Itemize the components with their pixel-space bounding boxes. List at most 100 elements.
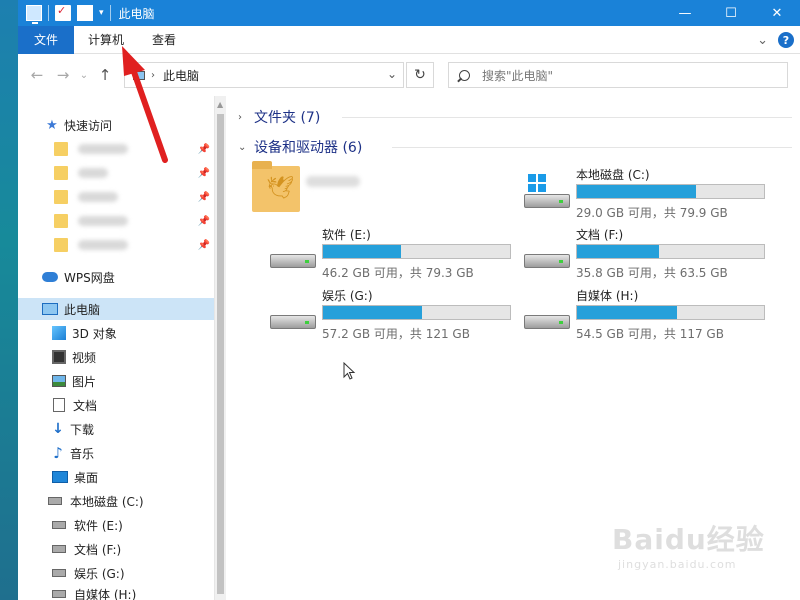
sidebar-item-desktop[interactable]: 桌面 xyxy=(18,466,214,488)
watermark: Baidu经验 jingyan.baidu.com xyxy=(612,518,765,571)
refresh-button[interactable]: ↻ xyxy=(406,62,434,88)
forward-button[interactable]: → xyxy=(50,62,76,88)
sidebar-item-label: 下载 xyxy=(70,422,95,437)
drive-usage-fill xyxy=(577,185,697,198)
sidebar-item-drive-g[interactable]: 娱乐 (G:) xyxy=(18,562,214,584)
sidebar-item-label: 文档 xyxy=(73,398,98,413)
close-button[interactable]: ✕ xyxy=(754,0,800,26)
up-button[interactable]: ↑ xyxy=(92,62,118,88)
tab-view[interactable]: 查看 xyxy=(138,26,190,54)
breadcrumb-separator-icon[interactable]: › xyxy=(151,70,155,81)
address-dropdown-icon[interactable]: ⌄ xyxy=(387,67,397,81)
sidebar-item-videos[interactable]: 视频 xyxy=(18,346,214,368)
sidebar-item-label: WPS网盘 xyxy=(64,270,115,285)
back-button[interactable]: ← xyxy=(24,62,50,88)
ribbon-tabs: 文件 计算机 查看 ⌄ ? xyxy=(18,25,800,54)
redacted-label xyxy=(78,240,128,250)
expand-ribbon-icon[interactable]: ⌄ xyxy=(757,33,768,48)
video-icon xyxy=(52,350,66,364)
scroll-up-icon[interactable]: ▲ xyxy=(217,100,223,109)
sidebar-item-downloads[interactable]: ↓ 下载 xyxy=(18,418,214,440)
sidebar-item-pinned-folder[interactable]: 📌 xyxy=(18,162,214,184)
tab-computer[interactable]: 计算机 xyxy=(74,26,138,54)
star-icon: ★ xyxy=(46,117,58,133)
drive-space-info: 57.2 GB 可用，共 121 GB xyxy=(322,327,470,341)
sidebar-item-wps-cloud[interactable]: WPS网盘 xyxy=(18,266,214,288)
desktop-wallpaper xyxy=(0,0,18,600)
sidebar-item-label: 自媒体 (H:) xyxy=(74,588,137,600)
new-folder-icon[interactable] xyxy=(77,5,93,21)
sidebar-item-pinned-folder[interactable]: 📌 xyxy=(18,210,214,232)
group-header-devices[interactable]: ⌄ 设备和驱动器 (6) xyxy=(238,136,362,158)
properties-icon[interactable] xyxy=(55,4,71,21)
sidebar-item-label: 音乐 xyxy=(70,446,95,461)
help-icon[interactable]: ? xyxy=(778,32,794,48)
drive-icon xyxy=(524,194,570,208)
navigation-pane-scrollbar[interactable]: ▲ xyxy=(214,96,226,600)
search-input[interactable]: 搜索"此电脑" xyxy=(448,62,788,88)
downloads-icon: ↓ xyxy=(52,421,64,437)
folder-icon xyxy=(54,142,68,156)
drive-name: 软件 (E:) xyxy=(322,228,371,242)
drive-item-g[interactable]: 娱乐 (G:) 57.2 GB 可用，共 121 GB xyxy=(270,287,520,343)
documents-icon xyxy=(53,398,65,412)
drive-item-c[interactable]: 本地磁盘 (C:) 29.0 GB 可用，共 79.9 GB xyxy=(524,166,774,222)
sidebar-item-documents[interactable]: 文档 xyxy=(18,394,214,416)
sidebar-item-pinned-folder[interactable]: 📌 xyxy=(18,234,214,256)
bird-logo-icon: 🕊 xyxy=(266,176,294,201)
watermark-url: jingyan.baidu.com xyxy=(618,558,737,571)
drive-usage-bar xyxy=(576,244,765,259)
sidebar-item-pinned-folder[interactable]: 📌 xyxy=(18,186,214,208)
drive-usage-fill xyxy=(577,245,659,258)
navigation-bar: ← → ⌄ ↑ › 此电脑 ⌄ ↻ 搜索"此电脑" xyxy=(18,54,800,96)
drive-icon xyxy=(524,315,570,329)
drive-name: 本地磁盘 (C:) xyxy=(576,168,650,182)
drive-item-e[interactable]: 软件 (E:) 46.2 GB 可用，共 79.3 GB xyxy=(270,226,520,282)
drive-icon xyxy=(270,315,316,329)
navigation-pane: ★ 快速访问 📌 📌 📌 📌 📌 WPS网盘 此电脑 3D 对象 视频 图片 文… xyxy=(18,96,214,600)
chevron-down-icon[interactable]: ⌄ xyxy=(238,142,254,153)
sidebar-item-this-pc[interactable]: 此电脑 xyxy=(18,298,214,320)
sidebar-item-pinned-folder[interactable]: 📌 xyxy=(18,138,214,160)
toolbar-separator xyxy=(48,5,49,21)
scrollbar-thumb[interactable] xyxy=(217,114,224,594)
sidebar-item-label: 娱乐 (G:) xyxy=(74,566,125,581)
drive-name: 娱乐 (G:) xyxy=(322,289,373,303)
drive-item-h[interactable]: 自媒体 (H:) 54.5 GB 可用，共 117 GB xyxy=(524,287,774,343)
maximize-button[interactable]: ☐ xyxy=(708,0,754,26)
drive-usage-fill xyxy=(323,245,401,258)
minimize-button[interactable]: — xyxy=(662,0,708,26)
sidebar-item-quick-access[interactable]: ★ 快速访问 xyxy=(18,114,214,136)
breadcrumb-this-pc[interactable]: 此电脑 xyxy=(163,67,199,84)
address-bar[interactable]: › 此电脑 ⌄ xyxy=(124,62,404,88)
sidebar-item-pictures[interactable]: 图片 xyxy=(18,370,214,392)
sidebar-item-drive-f[interactable]: 文档 (F:) xyxy=(18,538,214,560)
chevron-right-icon[interactable]: › xyxy=(238,112,254,123)
pin-icon: 📌 xyxy=(197,167,210,179)
group-header-folders[interactable]: › 文件夹 (7) xyxy=(238,106,320,128)
explorer-window: ▾ 此电脑 — ☐ ✕ 文件 计算机 查看 ⌄ ? ← → ⌄ ↑ › 此电脑 … xyxy=(18,0,800,600)
computer-icon xyxy=(26,5,42,24)
sidebar-item-music[interactable]: ♪ 音乐 xyxy=(18,442,214,464)
sidebar-item-label: 此电脑 xyxy=(64,302,101,317)
sidebar-item-drive-e[interactable]: 软件 (E:) xyxy=(18,514,214,536)
sidebar-item-label: 视频 xyxy=(72,350,97,365)
sidebar-item-drive-c[interactable]: 本地磁盘 (C:) xyxy=(18,490,214,512)
sidebar-item-3d-objects[interactable]: 3D 对象 xyxy=(18,322,214,344)
sidebar-item-label: 软件 (E:) xyxy=(74,518,123,533)
drive-name: 自媒体 (H:) xyxy=(576,289,639,303)
drive-item-f[interactable]: 文档 (F:) 35.8 GB 可用，共 63.5 GB xyxy=(524,226,774,282)
customize-toolbar-dropdown-icon[interactable]: ▾ xyxy=(99,8,104,18)
redacted-label xyxy=(306,176,360,187)
drive-space-info: 29.0 GB 可用，共 79.9 GB xyxy=(576,206,728,220)
drive-space-info: 46.2 GB 可用，共 79.3 GB xyxy=(322,266,474,280)
cloud-icon xyxy=(42,272,58,282)
tab-file[interactable]: 文件 xyxy=(18,25,74,54)
window-title: 此电脑 xyxy=(118,6,155,21)
redacted-label xyxy=(78,216,128,226)
folder-icon xyxy=(54,166,68,180)
folder-icon[interactable]: 🕊 xyxy=(252,161,300,212)
recent-locations-button[interactable]: ⌄ xyxy=(76,62,92,88)
sidebar-item-drive-h[interactable]: 自媒体 (H:) xyxy=(18,586,214,600)
drive-usage-bar xyxy=(322,305,511,320)
